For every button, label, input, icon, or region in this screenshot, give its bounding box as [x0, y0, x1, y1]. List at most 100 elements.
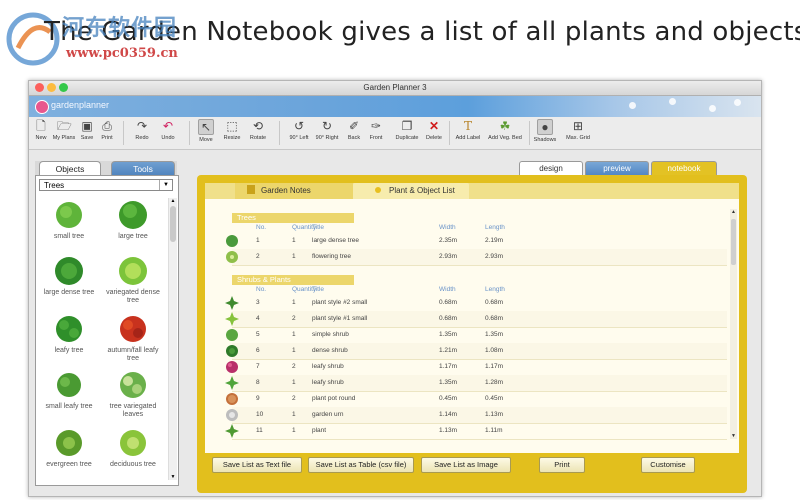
toolbar-divider: [529, 121, 530, 145]
shadows-toggle[interactable]: ● Shadows: [533, 119, 557, 143]
veg-bed-icon: ☘: [499, 119, 511, 133]
column-header-length: Length: [485, 224, 505, 231]
duplicate-button[interactable]: ❐ Duplicate: [393, 119, 421, 141]
library-item-small-leafy-tree[interactable]: small leafy tree: [38, 370, 100, 411]
rotate-right-icon: ↻: [321, 119, 333, 133]
redo-button[interactable]: ↷ Redo: [133, 119, 151, 141]
notebook-page: Garden Notes Plant & Object List Trees N…: [205, 183, 739, 453]
category-select[interactable]: Trees ▼: [39, 179, 173, 191]
zoom-window-button[interactable]: [59, 83, 68, 92]
table-row[interactable]: 8 1 leafy shrub 1.35m 1.28m: [225, 375, 727, 392]
deciduous-tree-icon: [120, 430, 146, 456]
table-row[interactable]: 6 1 dense shrub 1.21m 1.08m: [226, 343, 727, 360]
library-item-leafy-tree[interactable]: leafy tree: [38, 314, 100, 355]
table-row[interactable]: 2 1 flowering tree 2.93m 2.93m: [226, 249, 727, 266]
column-header-length: Length: [485, 286, 505, 293]
tab-plant-object-list[interactable]: Plant & Object List: [353, 183, 469, 199]
column-header-no: No.: [256, 286, 267, 293]
table-row[interactable]: 11 1 plant 1.13m 1.11m: [225, 423, 727, 440]
rotate-tool-button[interactable]: ⟲ Rotate: [247, 119, 269, 141]
library-item-small-tree[interactable]: small tree: [38, 200, 100, 241]
app-banner: gardenplanner: [29, 96, 761, 117]
leafy-tree-icon: [56, 316, 82, 342]
rotate-right-button[interactable]: ↻ 90° Right: [314, 119, 340, 141]
evergreen-tree-icon: [56, 430, 82, 456]
duplicate-icon: ❐: [401, 119, 413, 133]
print-list-button[interactable]: Print: [539, 457, 585, 473]
bring-front-button[interactable]: ✑ Front: [367, 119, 385, 141]
object-library-grid: small tree large tree large dense tree v…: [38, 198, 164, 483]
save-list-text-button[interactable]: Save List as Text file: [212, 457, 302, 473]
autumn-leafy-tree-icon: [120, 316, 146, 342]
table-row[interactable]: 5 1 simple shrub 1.35m 1.35m: [226, 327, 727, 344]
tab-notebook[interactable]: notebook: [651, 161, 717, 175]
simple-shrub-icon: [226, 329, 238, 341]
category-select-value: Trees: [44, 181, 65, 190]
library-item-large-dense-tree[interactable]: large dense tree: [38, 256, 100, 297]
add-label-button[interactable]: T Add Label: [455, 119, 481, 141]
scroll-down-icon[interactable]: ▼: [730, 433, 737, 439]
max-grid-button[interactable]: ⊞ Max. Grid: [565, 119, 591, 141]
tab-objects[interactable]: Objects: [39, 161, 101, 176]
table-row[interactable]: 9 2 plant pot round 0.45m 0.45m: [226, 391, 727, 408]
scroll-up-icon[interactable]: ▲: [169, 198, 177, 204]
scroll-down-icon[interactable]: ▼: [169, 474, 177, 480]
table-row[interactable]: 1 1 large dense tree 2.35m 2.19m: [226, 233, 727, 250]
move-tool-button[interactable]: ↖ Move: [197, 119, 215, 143]
garden-urn-icon: [226, 409, 238, 421]
chevron-down-icon[interactable]: ▼: [159, 180, 172, 190]
library-item-autumn-leafy-tree[interactable]: autumn/fall leafy tree: [102, 314, 164, 363]
plant-list-scrollbar[interactable]: ▲ ▼: [730, 209, 737, 439]
library-item-large-tree[interactable]: large tree: [102, 200, 164, 241]
library-item-variegated-dense-tree[interactable]: variegated dense tree: [102, 256, 164, 305]
print-icon: ⎙: [102, 119, 112, 133]
print-button[interactable]: ⎙ Print: [99, 119, 115, 141]
delete-button[interactable]: ✕ Delete: [423, 119, 445, 141]
plant-icon: [225, 424, 239, 438]
undo-icon: ↶: [162, 119, 174, 133]
add-veg-bed-button[interactable]: ☘ Add Veg. Bed: [487, 119, 523, 141]
undo-button[interactable]: ↶ Undo: [159, 119, 177, 141]
save-list-csv-button[interactable]: Save List as Table (csv file): [308, 457, 414, 473]
toolbar: 🗋 New 🗁 My Plans ▣ Save ⎙ Print ↷ Redo ↶ Undo …: [29, 117, 761, 150]
save-button[interactable]: ▣ Save: [79, 119, 95, 141]
minimize-window-button[interactable]: [47, 83, 56, 92]
resize-icon: ⬚: [226, 119, 238, 133]
table-row[interactable]: 4 2 plant style #1 small 0.68m 0.68m: [225, 311, 727, 328]
notebook-button-bar: Save List as Text file Save List as Tabl…: [205, 455, 739, 473]
cursor-arrow-icon: ↖: [198, 119, 214, 135]
library-item-deciduous-tree[interactable]: deciduous tree: [102, 428, 164, 469]
customise-button[interactable]: Customise: [641, 457, 695, 473]
bring-front-icon: ✑: [370, 119, 382, 133]
plant-list-dot-icon: [375, 187, 381, 193]
tab-preview[interactable]: preview: [585, 161, 649, 175]
scroll-up-icon[interactable]: ▲: [730, 209, 737, 215]
resize-tool-button[interactable]: ⬚ Resize: [221, 119, 243, 141]
close-window-button[interactable]: [35, 83, 44, 92]
table-row[interactable]: 3 1 plant style #2 small 0.68m 0.68m: [225, 295, 727, 312]
my-plans-button[interactable]: 🗁 My Plans: [51, 119, 77, 141]
scrollbar-thumb[interactable]: [731, 219, 736, 265]
plant-style-2-icon: [225, 296, 239, 310]
app-name: gardenplanner: [51, 100, 110, 110]
table-row[interactable]: 7 2 leafy shrub 1.17m 1.17m: [226, 359, 727, 376]
new-button[interactable]: 🗋 New: [33, 119, 49, 141]
toolbar-divider: [279, 121, 280, 145]
rotate-left-button[interactable]: ↺ 90° Left: [287, 119, 311, 141]
tab-tools[interactable]: Tools: [111, 161, 175, 176]
section-heading-shrubs-plants: Shrubs & Plants: [232, 275, 354, 285]
objects-scrollbar[interactable]: ▲ ▼: [168, 198, 177, 480]
small-tree-icon: [56, 202, 82, 228]
blossom-decoration: [709, 105, 716, 112]
tab-design[interactable]: design: [519, 161, 583, 175]
save-list-image-button[interactable]: Save List as Image: [421, 457, 511, 473]
scrollbar-thumb[interactable]: [170, 206, 176, 242]
library-item-evergreen-tree[interactable]: evergreen tree: [38, 428, 100, 469]
library-item-tree-variegated-leaves[interactable]: tree variegated leaves: [102, 370, 164, 419]
toolbar-divider: [189, 121, 190, 145]
tab-garden-notes[interactable]: Garden Notes: [235, 183, 353, 199]
column-header-width: Width: [439, 224, 456, 231]
grid-icon: ⊞: [572, 119, 584, 133]
table-row[interactable]: 10 1 garden urn 1.14m 1.13m: [226, 407, 727, 424]
send-back-button[interactable]: ✐ Back: [345, 119, 363, 141]
